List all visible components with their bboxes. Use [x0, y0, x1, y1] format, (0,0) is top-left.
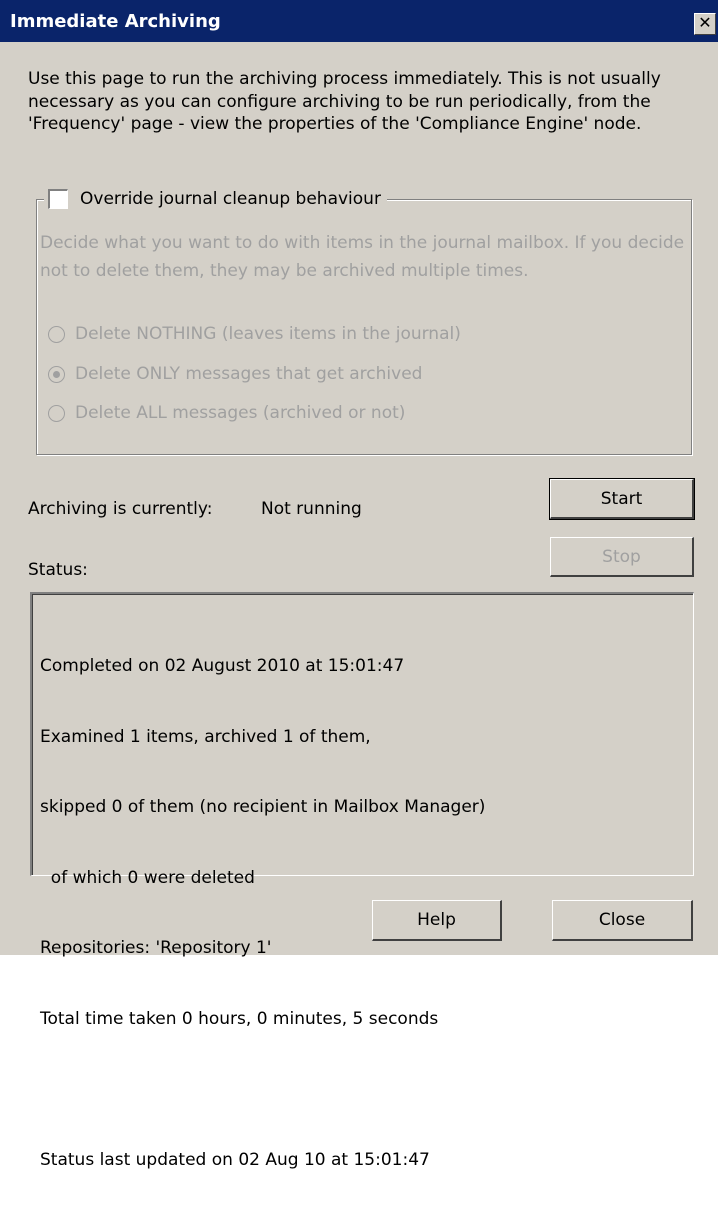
- immediate-archiving-dialog: Immediate Archiving ✕ Use this page to r…: [0, 0, 718, 1170]
- close-icon[interactable]: ✕: [694, 13, 716, 35]
- override-journal-label[interactable]: Override journal cleanup behaviour: [80, 189, 381, 209]
- radio-delete-all: Delete ALL messages (archived or not): [48, 401, 405, 425]
- radio-label: Delete ALL messages (archived or not): [75, 403, 406, 423]
- radio-label: Delete ONLY messages that get archived: [75, 364, 423, 384]
- status-line: Status last updated on 02 Aug 10 at 15:0…: [40, 1149, 430, 1170]
- title-bar[interactable]: Immediate Archiving ✕: [0, 0, 718, 42]
- status-label: Status:: [28, 560, 88, 580]
- help-button[interactable]: Help: [372, 900, 502, 941]
- status-line: skipped 0 of them (no recipient in Mailb…: [40, 797, 486, 817]
- archiving-state-value: Not running: [261, 499, 362, 519]
- window-title: Immediate Archiving: [10, 11, 221, 32]
- radio-delete-nothing: Delete NOTHING (leaves items in the jour…: [48, 322, 461, 346]
- radio-delete-only-archived: Delete ONLY messages that get archived: [48, 362, 422, 386]
- radio-button-icon: [48, 404, 65, 422]
- radio-label: Delete NOTHING (leaves items in the jour…: [75, 324, 461, 344]
- intro-text: Use this page to run the archiving proce…: [28, 69, 661, 134]
- archiving-state-label: Archiving is currently:: [28, 499, 213, 519]
- status-line: Total time taken 0 hours, 0 minutes, 5 s…: [40, 1008, 439, 1029]
- status-line: of which 0 were deleted: [40, 867, 255, 888]
- journal-description: Decide what you want to do with items in…: [40, 233, 685, 281]
- radio-button-icon: [48, 325, 65, 343]
- status-line: [40, 1078, 485, 1102]
- close-button[interactable]: Close: [552, 900, 693, 941]
- start-button[interactable]: Start: [549, 478, 695, 520]
- status-line: Examined 1 items, archived 1 of them,: [40, 726, 371, 747]
- status-line: Completed on 02 August 2010 at 15:01:47: [40, 656, 405, 676]
- stop-button[interactable]: Stop: [550, 537, 694, 577]
- radio-button-selected-icon: [48, 365, 65, 383]
- override-journal-checkbox[interactable]: [48, 189, 68, 209]
- status-textbox[interactable]: Completed on 02 August 2010 at 15:01:47 …: [30, 592, 694, 1170]
- override-journal-checkbox-row[interactable]: Override journal cleanup behaviour: [44, 186, 387, 212]
